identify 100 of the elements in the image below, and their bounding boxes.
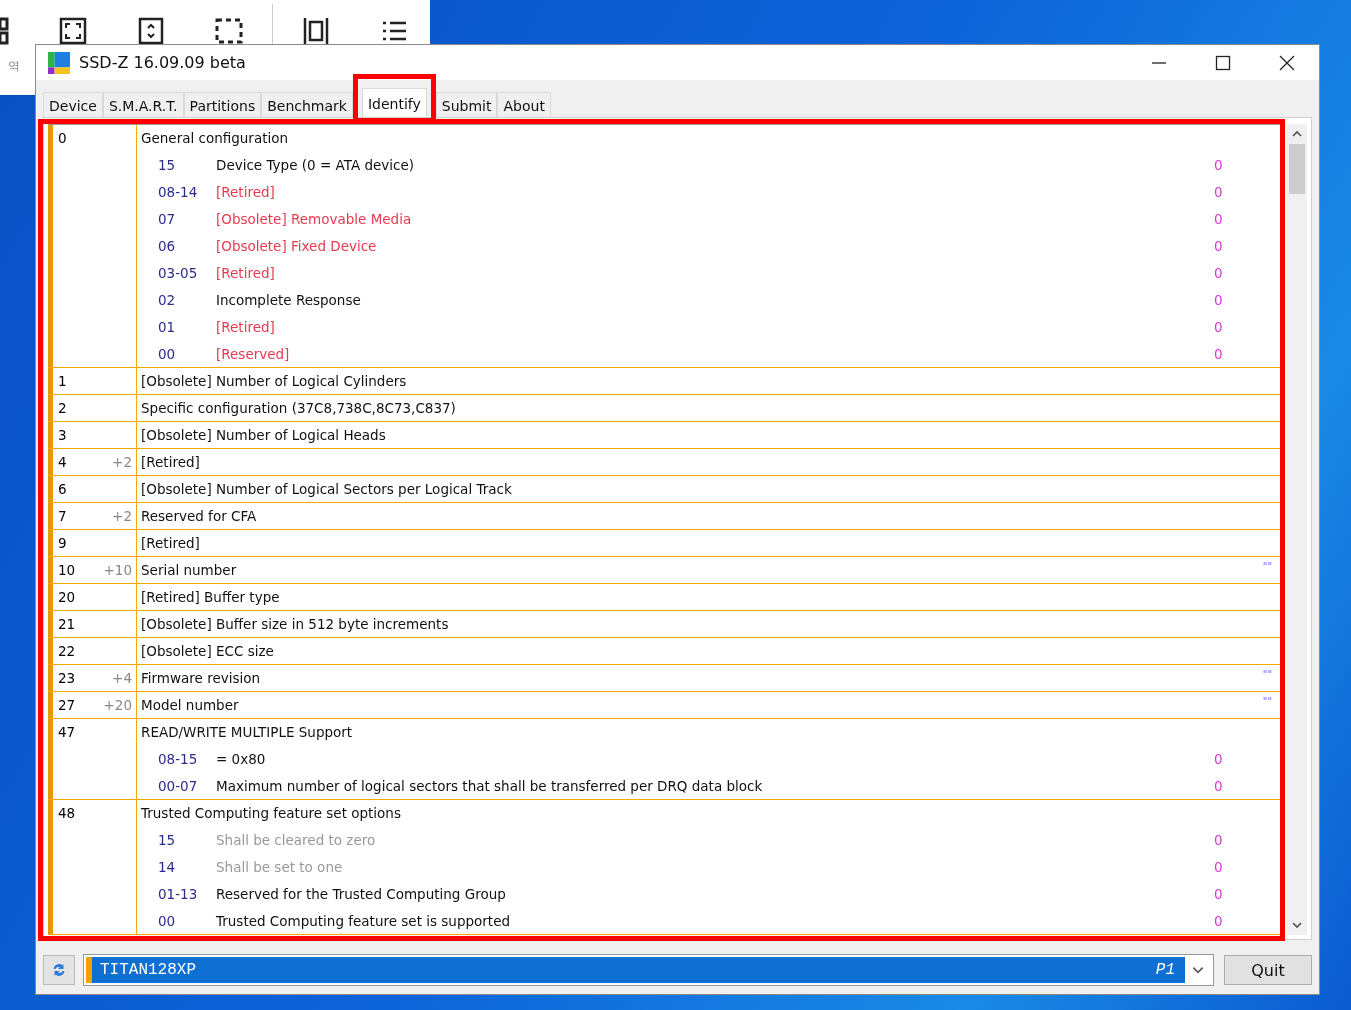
app-icon	[48, 51, 70, 74]
bit-label: [Retired]	[216, 317, 276, 337]
field-label: [Obsolete] ECC size	[141, 642, 275, 661]
word-number: 0	[58, 129, 67, 148]
bit-range: 01-13	[158, 884, 199, 904]
word-number: 7	[58, 507, 67, 526]
page-icon[interactable]	[301, 16, 331, 46]
caret-icon	[1191, 965, 1205, 975]
drive-dropdown[interactable]: TITAN128XP P1	[83, 954, 1214, 986]
word-number: 3	[58, 426, 67, 445]
bit-label: [Obsolete] Fixed Device	[216, 236, 378, 256]
bit-value: 0	[1214, 344, 1224, 364]
field-label: [Retired] Buffer type	[141, 588, 281, 607]
tab[interactable]: About	[497, 92, 551, 117]
bit-range: 14	[158, 857, 177, 877]
bit-label: [Reserved]	[216, 344, 291, 364]
bit-value: 0	[1214, 776, 1224, 796]
bit-label: [Retired]	[216, 263, 276, 283]
bit-range: 00	[158, 911, 177, 931]
field-label: [Obsolete] Number of Logical Sectors per Logical Track	[141, 480, 513, 499]
bit-value: 0	[1214, 857, 1224, 877]
word-count: +20	[103, 696, 132, 715]
quit-button[interactable]: Quit	[1224, 955, 1312, 985]
tab[interactable]: Identify	[361, 88, 427, 117]
field-label: READ/WRITE MULTIPLE Support	[141, 723, 354, 742]
fit-height-icon[interactable]	[136, 16, 166, 46]
bit-value: 0	[1214, 884, 1224, 904]
bit-value: 0	[1214, 911, 1224, 931]
bit-range: 07	[158, 209, 177, 229]
field-value: ""	[1262, 695, 1273, 709]
field-label: Firmware revision	[141, 669, 262, 688]
window-title: SSD-Z 16.09.09 beta	[79, 53, 246, 72]
word-number: 10	[58, 561, 76, 580]
word-number: 20	[58, 588, 76, 607]
field-label: [Retired]	[141, 534, 201, 553]
bit-range: 08-15	[158, 749, 199, 769]
bit-value: 0	[1214, 209, 1224, 229]
field-label: [Retired]	[141, 453, 201, 472]
word-number: 1	[58, 372, 67, 391]
tab[interactable]: Submit	[435, 92, 498, 117]
word-number: 48	[58, 804, 76, 823]
bit-range: 15	[158, 155, 177, 175]
word-number: 23	[58, 669, 76, 688]
field-label: Specific configuration (37C8,738C,8C73,C837)	[141, 399, 457, 418]
fullscreen-icon[interactable]	[58, 16, 88, 46]
bit-label: = 0x80	[216, 749, 267, 769]
field-label: [Obsolete] Number of Logical Cylinders	[141, 372, 408, 391]
word-number: 22	[58, 642, 76, 661]
refresh-button[interactable]	[43, 955, 75, 985]
word-number: 27	[58, 696, 76, 715]
bit-range: 06	[158, 236, 177, 256]
tab[interactable]: Benchmark	[261, 92, 353, 117]
tab[interactable]: S.M.A.R.T.	[102, 92, 184, 117]
word-count: +10	[103, 561, 132, 580]
bit-value: 0	[1214, 830, 1224, 850]
word-number: 21	[58, 615, 76, 634]
selection-icon[interactable]	[214, 16, 244, 46]
bit-label: [Retired]	[216, 182, 276, 202]
bit-value: 0	[1214, 236, 1224, 256]
bit-label: Shall be cleared to zero	[216, 830, 377, 850]
word-count: +4	[112, 669, 132, 688]
scroll-thumb[interactable]	[1289, 144, 1305, 194]
word-number: 2	[58, 399, 67, 418]
word-number: 9	[58, 534, 67, 553]
field-label: Model number	[141, 696, 240, 715]
bit-range: 01	[158, 317, 177, 337]
bit-range: 00-07	[158, 776, 199, 796]
drive-marker	[86, 957, 92, 983]
scroll-up-icon[interactable]	[1291, 130, 1303, 138]
bit-range: 15	[158, 830, 177, 850]
word-count: +2	[112, 507, 132, 526]
field-label: Reserved for CFA	[141, 507, 258, 526]
bit-label: Shall be set to one	[216, 857, 344, 877]
field-label: [Obsolete] Number of Logical Heads	[141, 426, 387, 445]
word-number: 4	[58, 453, 67, 472]
scroll-down-icon[interactable]	[1291, 921, 1303, 929]
drive-name: TITAN128XP	[100, 961, 196, 979]
bit-value: 0	[1214, 155, 1224, 175]
bit-label: [Obsolete] Removable Media	[216, 209, 413, 229]
bit-label: Device Type (0 = ATA device)	[216, 155, 416, 175]
bit-value: 0	[1214, 290, 1224, 310]
tab[interactable]: Partitions	[183, 92, 262, 117]
field-value: ""	[1262, 668, 1273, 682]
layout-icon[interactable]	[0, 16, 10, 46]
tab[interactable]: Device	[43, 92, 103, 117]
bit-range: 00	[158, 344, 177, 364]
bit-value: 0	[1214, 182, 1224, 202]
bit-label: Incomplete Response	[216, 290, 362, 310]
field-value: ""	[1262, 560, 1273, 574]
bit-range: 08-14	[158, 182, 199, 202]
scrollbar[interactable]	[1287, 124, 1307, 935]
bit-value: 0	[1214, 263, 1224, 283]
bit-label: Trusted Computing feature set is supported	[216, 911, 512, 931]
bit-value: 0	[1214, 749, 1224, 769]
bit-label: Maximum number of logical sectors that shall be transferred per DRQ data block	[216, 776, 764, 796]
field-label: Trusted Computing feature set options	[141, 804, 402, 823]
field-label: General configuration	[141, 129, 290, 148]
toolbar-label: 역	[8, 58, 20, 75]
bit-label: Reserved for the Trusted Computing Group	[216, 884, 507, 904]
field-label: [Obsolete] Buffer size in 512 byte increments	[141, 615, 450, 634]
